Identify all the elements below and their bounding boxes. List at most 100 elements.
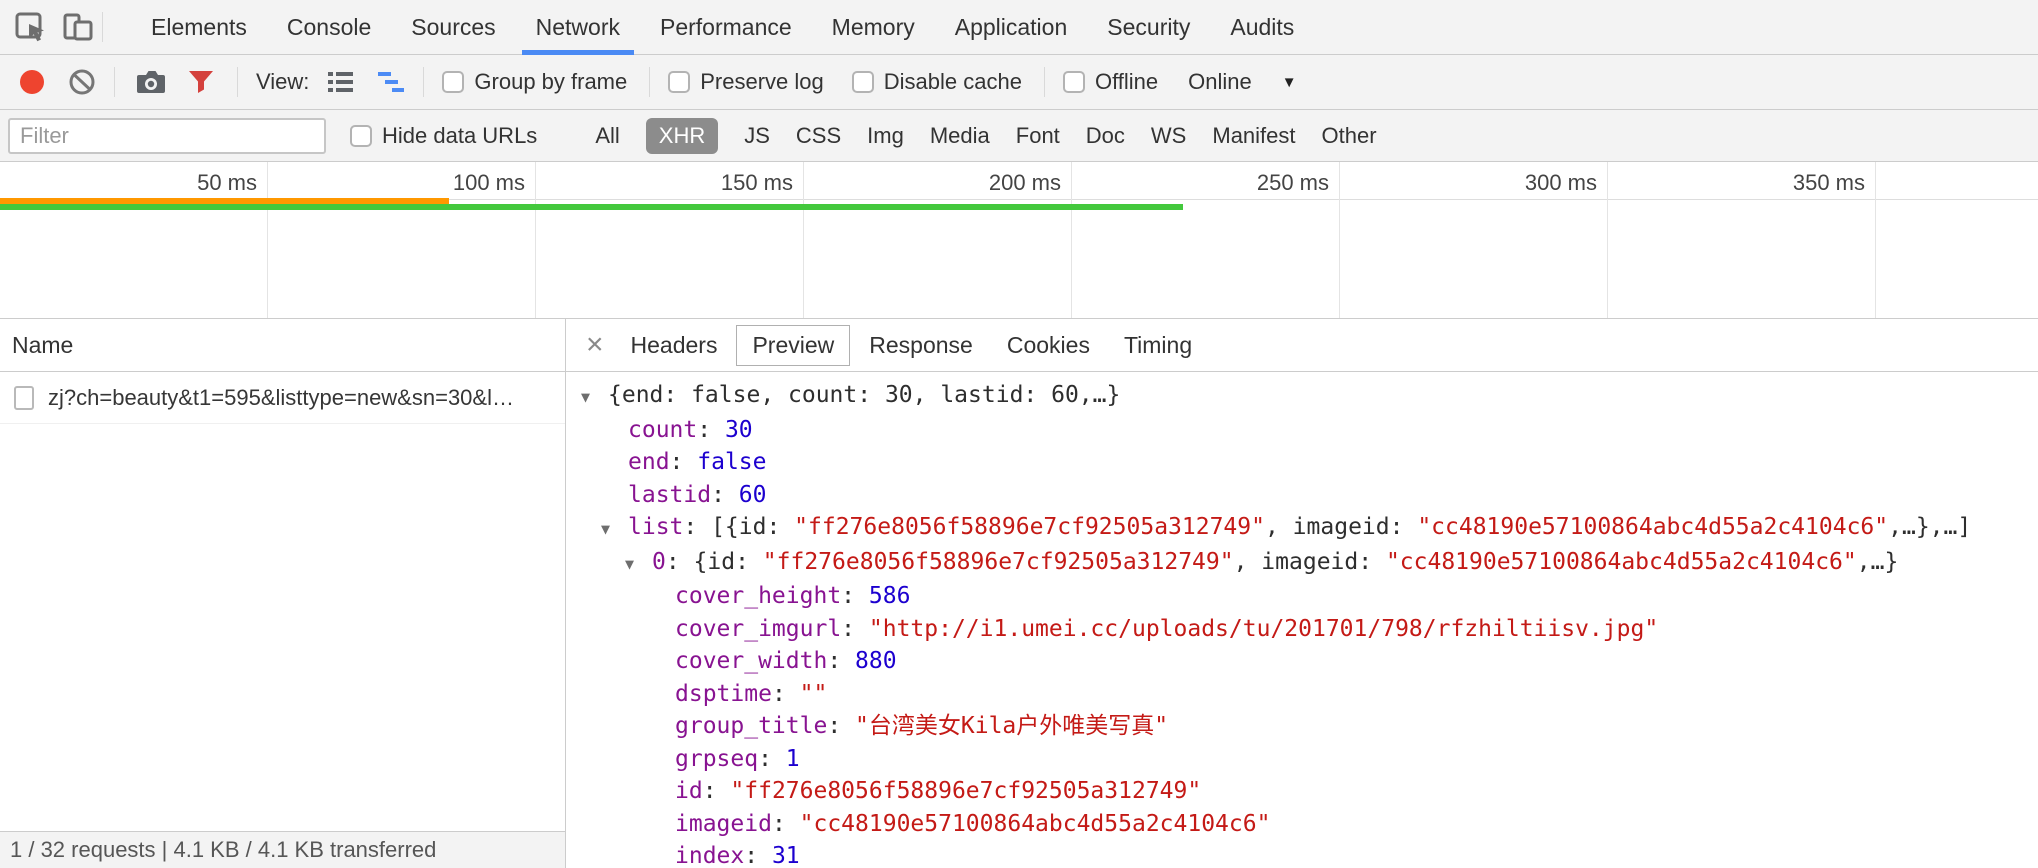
filter-type-all[interactable]: All — [595, 123, 619, 149]
tree-line[interactable]: count: 30 — [566, 414, 2038, 447]
name-column-header[interactable]: Name — [0, 319, 565, 372]
token-str: "ff276e8056f58896e7cf92505a312749" — [730, 778, 1201, 804]
timeline-gridline — [1339, 162, 1340, 318]
checkbox-box[interactable] — [350, 125, 372, 147]
token-num: 31 — [772, 843, 800, 868]
record-button[interactable] — [14, 64, 50, 100]
expand-arrow-icon[interactable]: ▼ — [601, 513, 628, 546]
token-plain: : — [827, 713, 855, 739]
filter-input[interactable] — [8, 118, 326, 154]
tab-security[interactable]: Security — [1087, 0, 1210, 54]
separator — [423, 67, 424, 97]
tree-line[interactable]: group_title: "台湾美女Kila户外唯美写真" — [566, 710, 2038, 743]
use-small-rows-button[interactable] — [323, 64, 359, 100]
tree-line[interactable]: ▼0: {id: "ff276e8056f58896e7cf92505a3127… — [566, 546, 2038, 581]
token-plain: : — [827, 648, 855, 674]
tab-performance[interactable]: Performance — [640, 0, 812, 54]
filter-type-doc[interactable]: Doc — [1086, 123, 1125, 149]
summary-text: 1 / 32 requests | 4.1 KB / 4.1 KB transf… — [10, 837, 436, 863]
token-plain: : — [744, 843, 772, 868]
tree-line[interactable]: ▼list: [{id: "ff276e8056f58896e7cf92505a… — [566, 511, 2038, 546]
token-key: grpseq — [675, 746, 758, 772]
checkbox-box[interactable] — [442, 71, 464, 93]
expand-arrow-icon[interactable]: ▼ — [625, 548, 652, 581]
overview-bar-green — [0, 204, 1183, 210]
filter-type-img[interactable]: Img — [867, 123, 904, 149]
tab-elements[interactable]: Elements — [131, 0, 267, 54]
checkbox-box[interactable] — [668, 71, 690, 93]
token-str: "cc48190e57100864abc4d55a2c4104c6" — [800, 811, 1271, 837]
offline-checkbox[interactable]: Offline — [1063, 69, 1158, 95]
token-plain: : — [772, 811, 800, 837]
token-plain: ,…},…] — [1888, 514, 1971, 540]
tree-line[interactable]: id: "ff276e8056f58896e7cf92505a312749" — [566, 775, 2038, 808]
tab-console[interactable]: Console — [267, 0, 391, 54]
filter-toggle-button[interactable] — [183, 64, 219, 100]
clear-button[interactable] — [64, 64, 100, 100]
inspect-element-button[interactable] — [6, 0, 54, 54]
token-key: cover_width — [675, 648, 827, 674]
token-str: "http://i1.umei.cc/uploads/tu/201701/798… — [869, 616, 1658, 642]
checkbox-box[interactable] — [852, 71, 874, 93]
tree-line[interactable]: grpseq: 1 — [566, 743, 2038, 776]
panel-tabs: ElementsConsoleSourcesNetworkPerformance… — [131, 0, 1314, 54]
timeline-overview[interactable]: 50 ms100 ms150 ms200 ms250 ms300 ms350 m… — [0, 162, 2038, 319]
token-plain: ,…} — [1857, 549, 1899, 575]
group-by-frame-checkbox[interactable]: Group by frame — [442, 69, 627, 95]
token-key: lastid — [628, 482, 711, 508]
token-plain: : [{id: — [683, 514, 794, 540]
detail-tab-response[interactable]: Response — [854, 326, 988, 365]
token-str: "台湾美女Kila户外唯美写真" — [855, 713, 1168, 739]
filter-type-js[interactable]: JS — [744, 123, 770, 149]
toggle-device-toolbar-button[interactable] — [54, 0, 102, 54]
filter-type-ws[interactable]: WS — [1151, 123, 1186, 149]
tree-line[interactable]: index: 31 — [566, 840, 2038, 868]
request-row[interactable]: zj?ch=beauty&t1=595&listtype=new&sn=30&l… — [0, 372, 565, 424]
detail-tab-cookies[interactable]: Cookies — [992, 326, 1105, 365]
tree-line[interactable]: dsptime: "" — [566, 678, 2038, 711]
token-key: cover_height — [675, 583, 841, 609]
tab-audits[interactable]: Audits — [1210, 0, 1314, 54]
tab-application[interactable]: Application — [935, 0, 1088, 54]
filter-type-font[interactable]: Font — [1016, 123, 1060, 149]
tree-line[interactable]: ▼{end: false, count: 30, lastid: 60,…} — [566, 379, 2038, 414]
tree-line[interactable]: imageid: "cc48190e57100864abc4d55a2c4104… — [566, 808, 2038, 841]
expand-arrow-icon[interactable]: ▼ — [581, 381, 608, 414]
show-waterfall-button[interactable] — [373, 64, 409, 100]
network-summary-bar: 1 / 32 requests | 4.1 KB / 4.1 KB transf… — [0, 831, 565, 868]
checkbox-box[interactable] — [1063, 71, 1085, 93]
dropdown-caret-icon: ▼ — [1282, 74, 1297, 91]
tab-sources[interactable]: Sources — [391, 0, 515, 54]
tree-line[interactable]: lastid: 60 — [566, 479, 2038, 512]
separator — [102, 12, 103, 42]
detail-tab-timing[interactable]: Timing — [1109, 326, 1207, 365]
filter-type-other[interactable]: Other — [1322, 123, 1377, 149]
throttling-dropdown[interactable]: Online ▼ — [1188, 69, 1296, 95]
close-detail-button[interactable]: × — [574, 328, 616, 362]
hide-data-urls-checkbox[interactable]: Hide data URLs — [350, 123, 537, 149]
capture-screenshots-button[interactable] — [133, 64, 169, 100]
device-toolbar-icon — [61, 10, 95, 44]
tree-line[interactable]: cover_height: 586 — [566, 580, 2038, 613]
detail-tab-preview[interactable]: Preview — [736, 325, 850, 366]
detail-tab-headers[interactable]: Headers — [616, 326, 733, 365]
token-num: 60 — [739, 482, 767, 508]
disable-cache-checkbox[interactable]: Disable cache — [852, 69, 1022, 95]
timeline-tick-label: 200 ms — [921, 170, 1061, 196]
token-plain: : — [841, 583, 869, 609]
timeline-gridline — [803, 162, 804, 318]
tree-line[interactable]: end: false — [566, 446, 2038, 479]
resource-type-filters: All XHR JS CSS Img Media Font Doc WS Manifest Othe… — [595, 118, 1376, 154]
waterfall-icon — [376, 69, 406, 95]
preserve-log-checkbox[interactable]: Preserve log — [668, 69, 824, 95]
tree-line[interactable]: cover_width: 880 — [566, 645, 2038, 678]
tab-memory[interactable]: Memory — [812, 0, 935, 54]
token-plain: : — [758, 746, 786, 772]
filter-type-xhr[interactable]: XHR — [646, 118, 718, 154]
filter-type-media[interactable]: Media — [930, 123, 990, 149]
filter-type-css[interactable]: CSS — [796, 123, 841, 149]
token-plain: : — [841, 616, 869, 642]
tree-line[interactable]: cover_imgurl: "http://i1.umei.cc/uploads… — [566, 613, 2038, 646]
filter-type-manifest[interactable]: Manifest — [1212, 123, 1295, 149]
tab-network[interactable]: Network — [516, 0, 640, 54]
